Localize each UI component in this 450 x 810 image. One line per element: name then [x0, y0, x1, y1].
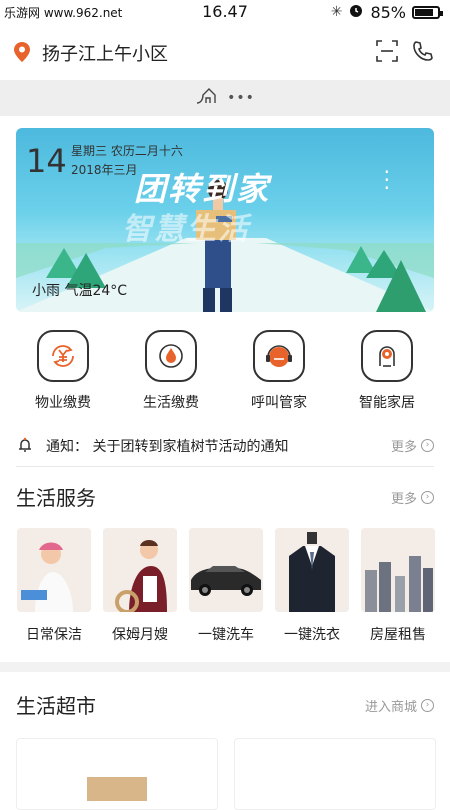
enter-market-label: 进入商城 [364, 700, 417, 715]
notice-bell-icon [16, 436, 34, 458]
pull-down-bar[interactable]: ••• [0, 80, 450, 116]
more-dots-icon: ••• [227, 90, 255, 106]
arrow-right-icon: › [421, 439, 434, 452]
service-item-cleaning[interactable]: 日常保洁 [16, 528, 92, 644]
service-label: 保姆月嫂 [112, 627, 168, 643]
service-image [17, 528, 91, 612]
life-services-header: 生活服务 更多 › [16, 482, 434, 512]
alarm-icon [348, 2, 364, 22]
service-label: 房屋租售 [370, 627, 426, 643]
app-header: 扬子江上午小区 [0, 30, 450, 74]
notice-more-label: 更多 [390, 440, 417, 455]
product-image [87, 777, 147, 801]
loading-icon: ✳ [330, 4, 343, 20]
promo-banner[interactable]: 14 星期三 农历二月十六 2018年三月 团转到家 智慧生活 · · · 小雨 气… [16, 128, 434, 312]
service-item-real-estate[interactable]: 房屋租售 [360, 528, 436, 644]
status-bar: 乐游网 www.962.net 16.47 ✳ 85% [0, 0, 450, 24]
service-label: 一键洗衣 [284, 627, 340, 643]
smart-home-icon [361, 330, 413, 382]
phone-icon[interactable] [412, 40, 434, 66]
more-label: 更多 [390, 492, 417, 507]
quick-action-utility-fee[interactable]: 生活缴费 [126, 326, 216, 412]
product-card[interactable] [16, 738, 218, 810]
market-header: 生活超市 进入商城 › [16, 690, 434, 720]
section-title: 生活超市 [16, 694, 96, 718]
banner-year-month: 2018年三月 [71, 163, 138, 177]
banner-weather: 小雨 气温24°C [32, 283, 128, 299]
service-image [103, 528, 177, 612]
life-services-more-link[interactable]: 更多 › [391, 488, 434, 507]
service-item-nanny[interactable]: 保姆月嫂 [102, 528, 178, 644]
service-image [189, 528, 263, 612]
status-icons: ✳ 85% [330, 2, 443, 22]
enter-market-link[interactable]: 进入商城 › [365, 696, 434, 715]
battery-percent: 85% [370, 2, 406, 22]
service-label: 日常保洁 [26, 627, 82, 643]
service-label: 一键洗车 [198, 627, 254, 643]
arrow-right-icon: › [421, 699, 434, 712]
life-services-list: 日常保洁 保姆月嫂 一键洗车 一键洗衣 房屋租售 [0, 528, 450, 648]
arrow-right-icon: › [421, 491, 434, 504]
headset-icon [253, 330, 305, 382]
droplet-icon [145, 330, 197, 382]
quick-action-smart-home[interactable]: 智能家居 [342, 326, 432, 412]
notice-bar[interactable]: 通知： 关于团转到家植树节活动的通知 更多 › [16, 432, 434, 460]
service-image [361, 528, 435, 612]
banner-day: 14 [26, 142, 67, 180]
product-card[interactable] [234, 738, 436, 810]
scan-icon[interactable] [376, 40, 398, 66]
banner-more-icon[interactable]: · · · [384, 162, 390, 198]
divider [16, 466, 434, 467]
quick-action-label: 物业缴费 [35, 395, 91, 411]
location-pin-icon[interactable] [14, 42, 30, 66]
quick-actions: 物业缴费 生活缴费 呼叫管家 智能家居 [0, 326, 450, 416]
yuan-refresh-icon [37, 330, 89, 382]
banner-slogan-sub: 智慧生活 [122, 212, 250, 247]
battery-fill [415, 8, 434, 16]
quick-action-label: 智能家居 [359, 395, 415, 411]
service-item-laundry[interactable]: 一键洗衣 [274, 528, 350, 644]
community-name[interactable]: 扬子江上午小区 [42, 40, 168, 66]
quick-action-label: 呼叫管家 [251, 395, 307, 411]
quick-action-label: 生活缴费 [143, 395, 199, 411]
service-item-car-wash[interactable]: 一键洗车 [188, 528, 264, 644]
quick-action-call-butler[interactable]: 呼叫管家 [234, 326, 324, 412]
service-image [275, 528, 349, 612]
battery-icon [412, 5, 443, 19]
house-icon [195, 87, 223, 109]
notice-text: 通知： 关于团转到家植树节活动的通知 [46, 439, 289, 455]
section-gap [0, 662, 450, 672]
section-title: 生活服务 [16, 486, 96, 510]
quick-action-property-fee[interactable]: 物业缴费 [18, 326, 108, 412]
banner-weekday-lunar: 星期三 农历二月十六 [71, 144, 183, 158]
notice-more-link[interactable]: 更多 › [391, 436, 434, 455]
